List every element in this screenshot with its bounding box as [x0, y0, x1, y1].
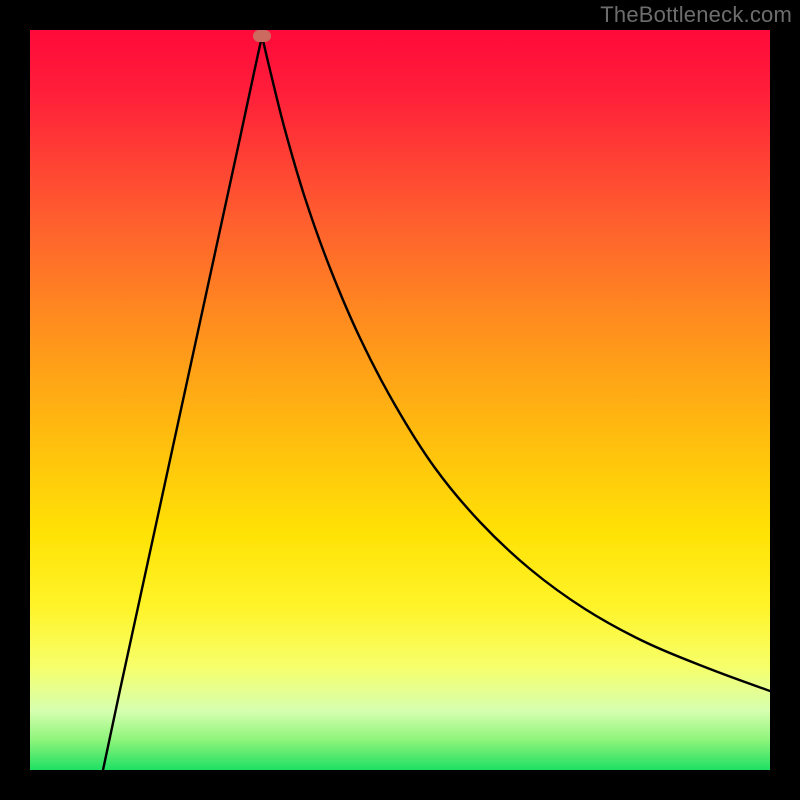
- chart-plot-area: [30, 30, 770, 770]
- bottleneck-curve: [30, 30, 770, 770]
- watermark-text: TheBottleneck.com: [600, 2, 792, 28]
- curve-right-branch: [262, 36, 770, 691]
- minimum-marker: [253, 30, 271, 42]
- curve-left-branch: [103, 36, 262, 770]
